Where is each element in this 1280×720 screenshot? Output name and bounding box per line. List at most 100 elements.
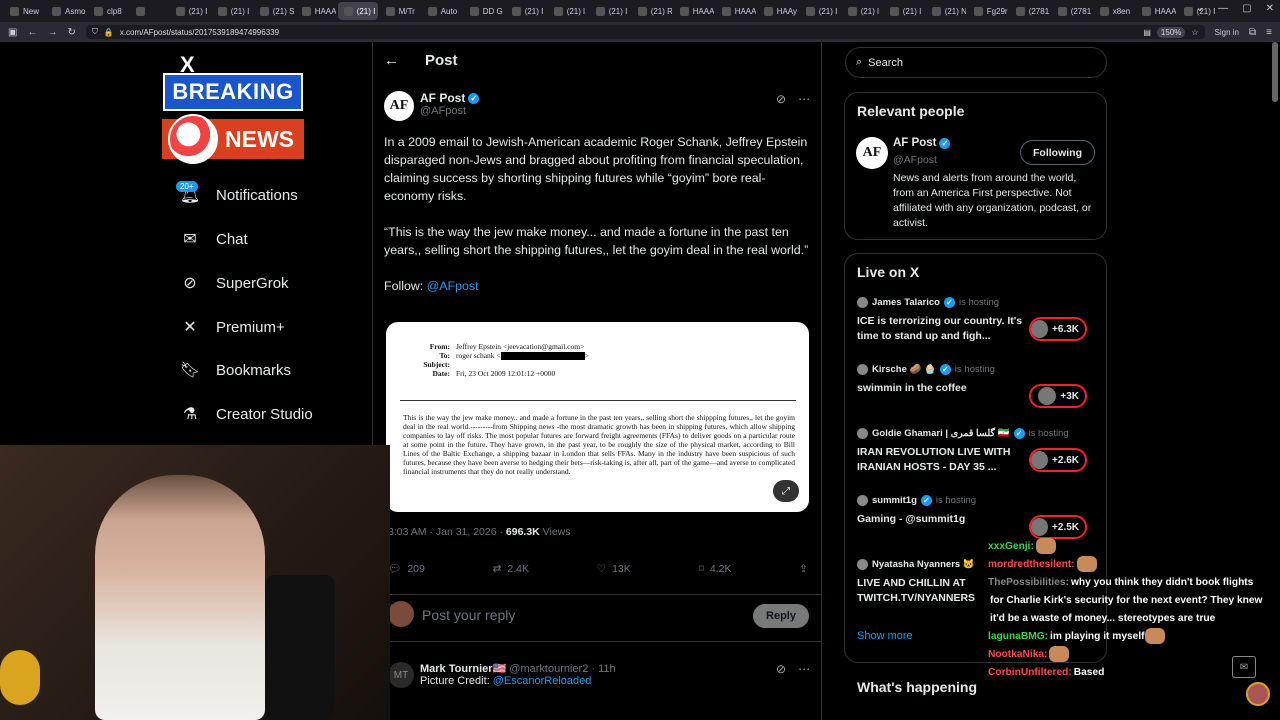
sign-in-button[interactable]: Sign in (1215, 28, 1239, 37)
person-name[interactable]: AF Post ✓ (893, 137, 951, 149)
browser-tab[interactable]: Auto (422, 2, 462, 20)
search-input[interactable]: ⌕ Search (845, 47, 1107, 78)
chat-username[interactable]: ThePossibilities: (988, 577, 1069, 588)
browser-tab[interactable]: M/Tr (380, 2, 420, 20)
browser-tab[interactable]: (21) l (548, 2, 588, 20)
tab-list-icon[interactable]: ⌄ (1196, 3, 1204, 14)
browser-tab[interactable]: HAAy (758, 2, 798, 20)
browser-tab[interactable]: (21) N (926, 2, 966, 20)
post-image-document[interactable]: From: Jeffrey Epstein <jeevacation@gmail.… (386, 322, 809, 512)
minimize-icon[interactable]: — (1218, 3, 1228, 14)
reply-author[interactable]: Mark Tournier🇺🇸 (420, 663, 506, 675)
follow-link[interactable]: @AFpost (427, 279, 479, 293)
nav-chat[interactable]: ✉ Chat (180, 229, 247, 249)
live-item[interactable]: Goldie Ghamari | گلسا قمری 🇮🇷 ✓ is hosting… (857, 428, 1097, 475)
sidebar-toggle-icon[interactable]: ▣ (8, 27, 17, 38)
avatar[interactable]: MT (388, 662, 414, 688)
menu-icon[interactable]: ≡ (1266, 27, 1272, 38)
close-icon[interactable]: ✕ (1266, 3, 1274, 14)
address-bar[interactable]: ⛉ 🔒 x.com/AFpost/status/2017539189474996… (85, 25, 1205, 39)
avatar[interactable]: AF (384, 91, 414, 121)
chat-username[interactable]: xxxGenji: (988, 541, 1034, 552)
browser-tab[interactable]: New (4, 2, 44, 20)
more-icon[interactable]: ⋯ (798, 92, 810, 106)
post-author[interactable]: AF AF Post ✓ @AFpost (384, 91, 480, 121)
browser-tab[interactable]: (2781 (1052, 2, 1092, 20)
browser-tab[interactable]: (21) I (506, 2, 546, 20)
tab-title: (2781 (1070, 6, 1092, 16)
listener-count[interactable]: +2.5K (1029, 515, 1087, 539)
nav-notifications[interactable]: 🔔︎ Notifications (180, 185, 298, 205)
browser-tab[interactable]: (21) l (842, 2, 882, 20)
browser-tab[interactable]: clp8 (88, 2, 128, 20)
bookmark-action[interactable]: ⌑ 4.2K (698, 562, 731, 575)
browser-tab[interactable]: DD G (464, 2, 504, 20)
listener-count[interactable]: +6.3K (1029, 317, 1087, 341)
share-action[interactable]: ⇪ (799, 562, 808, 575)
scrollbar[interactable] (1272, 42, 1278, 102)
following-button[interactable]: Following (1020, 140, 1095, 165)
repost-action[interactable]: ⇄ 2.4K (493, 562, 529, 575)
chat-username[interactable]: NootkaNika: (988, 649, 1047, 660)
browser-tab[interactable]: (21) I (590, 2, 630, 20)
reply-post[interactable]: Mark Tournier🇺🇸 @marktournier2 · 11h Pic… (420, 662, 616, 687)
nav-premium[interactable]: ✕ Premium+ (180, 317, 284, 337)
live-item[interactable]: Kirsche 🥔 🧁 ✓ is hosting swimmin in the co… (857, 364, 1097, 408)
browser-tab[interactable] (130, 2, 168, 20)
reply-action[interactable]: 💬︎ 209 (388, 562, 425, 576)
zoom-level[interactable]: 150% (1156, 26, 1186, 38)
back-arrow-icon[interactable]: ← (384, 52, 399, 69)
like-action[interactable]: ♡ 13K (597, 562, 631, 575)
browser-tab[interactable]: (2781 (1010, 2, 1050, 20)
avatar (857, 495, 868, 506)
browser-tab[interactable]: (21) I (800, 2, 840, 20)
show-more-link[interactable]: Show more (857, 630, 913, 642)
listener-count[interactable]: +3K (1029, 384, 1087, 408)
browser-tab[interactable]: (21) R (632, 2, 672, 20)
nav-creator-studio[interactable]: ⚗ Creator Studio (180, 404, 313, 424)
forward-icon[interactable]: → (47, 27, 57, 38)
author-name[interactable]: AF Post ✓ (420, 91, 480, 105)
avatar (857, 297, 868, 308)
avatar[interactable]: AF (856, 137, 888, 169)
more-icon[interactable]: ⋯ (798, 662, 810, 676)
grok-icon[interactable]: ⊘ (776, 92, 786, 106)
live-item[interactable]: James Talarico ✓ is hosting ICE is terrori… (857, 297, 1097, 344)
maximize-icon[interactable]: ▢ (1242, 3, 1251, 14)
author-handle[interactable]: @AFpost (420, 105, 479, 117)
chat-username[interactable]: lagunaBMG: (988, 631, 1048, 642)
reply-input[interactable]: Post your reply (422, 607, 515, 623)
grok-icon[interactable]: ⊘ (776, 662, 786, 676)
chat-username[interactable]: CorbinUnfiltered: (988, 667, 1072, 678)
nav-bookmarks[interactable]: 🔖︎ Bookmarks (180, 360, 291, 380)
browser-tab[interactable]: HAAA (674, 2, 714, 20)
browser-tab[interactable]: (21) I (170, 2, 210, 20)
listener-count[interactable]: +2.6K (1029, 448, 1087, 472)
browser-tab[interactable]: HAAA (716, 2, 756, 20)
tab-title: DD G (482, 6, 503, 16)
extensions-icon[interactable]: ⧉ (1249, 27, 1256, 38)
tab-title: (21) I (818, 6, 838, 16)
expand-icon[interactable]: ⤢ (773, 480, 799, 502)
browser-tab[interactable]: Fg29r (968, 2, 1008, 20)
mention-link[interactable]: @EscanorReloaded (493, 675, 592, 687)
browser-tab[interactable]: (21) I (884, 2, 924, 20)
browser-tab[interactable]: HAAA (1136, 2, 1176, 20)
browser-tab[interactable]: (21) S (254, 2, 294, 20)
reload-icon[interactable]: ↻ (67, 27, 75, 38)
browser-tab[interactable]: (21) I (212, 2, 252, 20)
browser-tab[interactable]: Asmon (46, 2, 86, 20)
star-icon[interactable]: ☆ (1191, 28, 1198, 37)
streamer (95, 475, 265, 720)
chat-username[interactable]: mordredthesilent: (988, 559, 1075, 570)
person-handle[interactable]: @AFpost (893, 154, 937, 166)
browser-tab[interactable]: x8en (1094, 2, 1134, 20)
chat-icon[interactable]: ✉ (1232, 656, 1256, 678)
nav-supergrok[interactable]: ⊘ SuperGrok (180, 273, 288, 293)
reply-button[interactable]: Reply (753, 604, 809, 628)
live-item[interactable]: summit1g ✓ is hosting Gaming - @summit1g +… (857, 495, 1097, 539)
reader-icon[interactable]: ▤ (1143, 28, 1151, 37)
browser-tab[interactable]: (21) I (337, 2, 378, 20)
back-icon[interactable]: ← (27, 27, 37, 38)
browser-tab[interactable]: HAAA (296, 2, 336, 20)
